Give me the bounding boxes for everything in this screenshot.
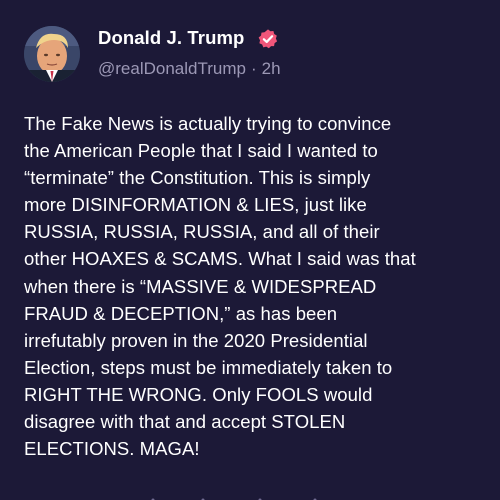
post-timestamp[interactable]: 2h: [262, 59, 281, 78]
post-card: Donald J. Trump @realDonaldTrump · 2h The …: [0, 0, 500, 500]
author-handle[interactable]: @realDonaldTrump: [98, 59, 246, 78]
author-meta: @realDonaldTrump · 2h: [98, 59, 281, 79]
verified-badge-icon: [258, 29, 278, 49]
author-display-name[interactable]: Donald J. Trump: [98, 27, 244, 49]
avatar[interactable]: [24, 26, 80, 82]
avatar-image: [24, 26, 80, 82]
meta-separator: ·: [250, 59, 257, 78]
post-body-text: The Fake News is actually trying to conv…: [24, 113, 416, 460]
